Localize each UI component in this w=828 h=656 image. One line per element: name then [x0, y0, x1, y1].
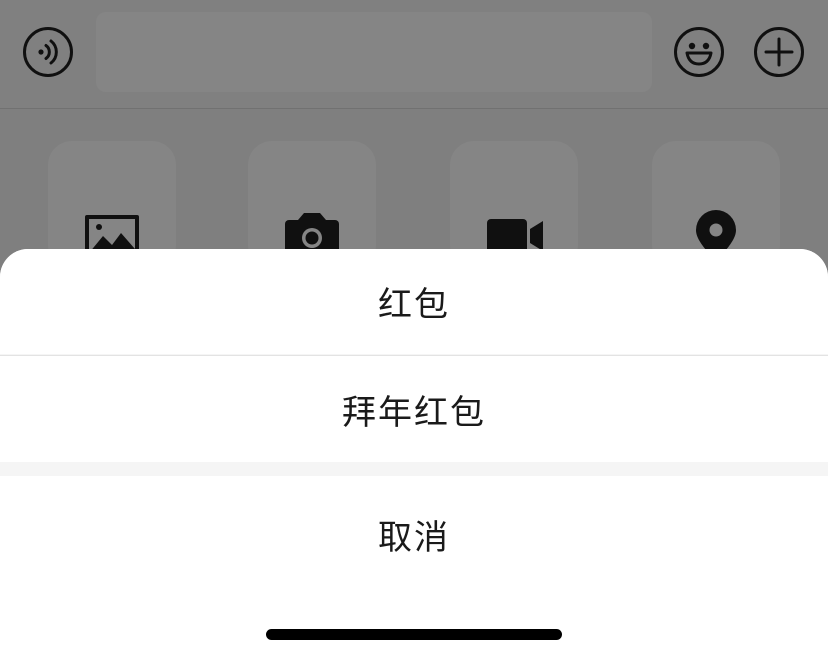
red-packet-option[interactable]: 红包: [0, 249, 828, 354]
chat-screen: 红包 拜年红包 取消: [0, 0, 828, 656]
new-year-red-packet-option[interactable]: 拜年红包: [0, 356, 828, 462]
action-sheet: 红包 拜年红包 取消: [0, 249, 828, 656]
home-indicator[interactable]: [266, 629, 562, 640]
